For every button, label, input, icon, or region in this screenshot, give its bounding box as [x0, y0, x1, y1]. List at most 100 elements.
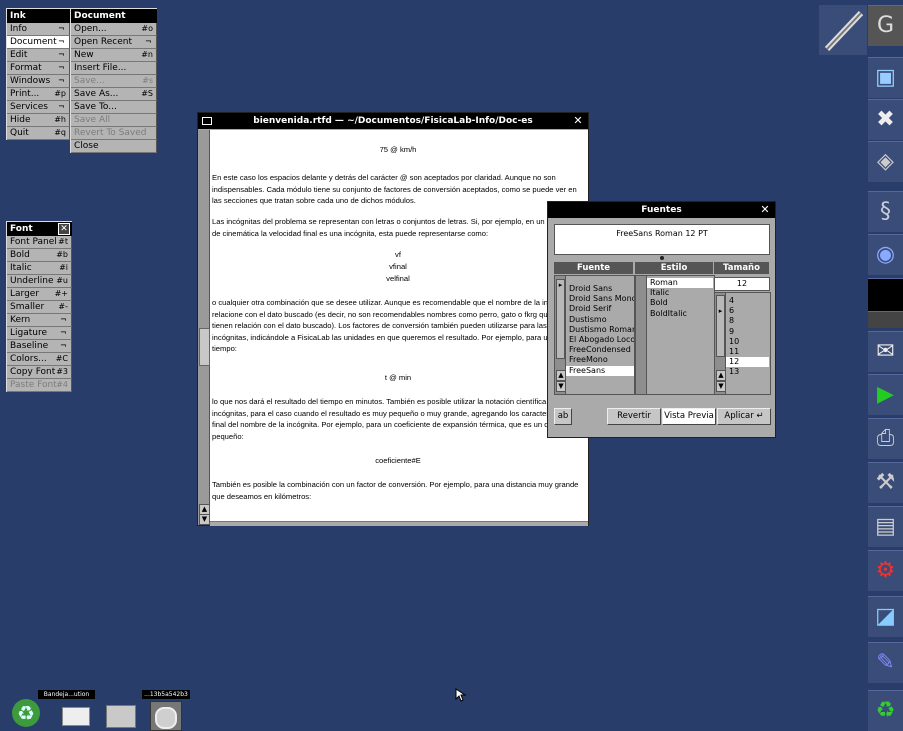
menu-item-larger[interactable]: Larger #+	[7, 288, 72, 301]
menu-item-italic[interactable]: Italic #i	[7, 262, 72, 275]
menu-item-save-as[interactable]: Save As... #S	[71, 88, 157, 101]
list-item[interactable]: FreeSans	[566, 365, 634, 376]
menu-item-quit[interactable]: Quit #q	[7, 127, 70, 140]
list-item[interactable]: 6	[726, 306, 769, 316]
menu-item-save-to[interactable]: Save To...	[71, 101, 157, 114]
font-panel-titlebar[interactable]: Fuentes ✕	[548, 202, 775, 218]
splitter-handle-icon[interactable]	[660, 256, 664, 260]
menu-item-font-panel[interactable]: Font Panel #t	[7, 236, 72, 249]
close-icon[interactable]: ✕	[572, 115, 584, 127]
scroll-knob[interactable]	[199, 328, 210, 366]
printer-icon[interactable]: ⎙	[868, 418, 903, 459]
scroll-down-icon[interactable]: ▼	[556, 381, 566, 392]
menu-item-bold[interactable]: Bold #b	[7, 249, 72, 262]
list-item[interactable]: Droid Sans	[566, 284, 634, 294]
list-item[interactable]: FreeCondensed	[566, 345, 634, 355]
list-item[interactable]: Italic	[647, 288, 713, 298]
clip-icon[interactable]: ▭	[868, 311, 903, 328]
document-window-titlebar[interactable]: bienvenida.rtfd — ~/Documentos/FisicaLab…	[198, 113, 588, 129]
list-item[interactable]: Bold	[647, 298, 713, 308]
size-scrollbar[interactable]: ▸ ▲ ▼	[715, 293, 726, 394]
list-item[interactable]: 10	[726, 337, 769, 347]
list-item[interactable]: Roman	[647, 278, 713, 289]
list-item[interactable]: BoldItalic	[647, 309, 713, 319]
preview-button[interactable]: Vista Previa	[662, 408, 716, 425]
document-scrollbar[interactable]: ▲ ▼	[198, 130, 210, 525]
size-input[interactable]: 12	[714, 277, 770, 291]
menu-item-services[interactable]: Services ⌐	[7, 101, 70, 114]
apply-button[interactable]: Aplicar ↵	[717, 408, 771, 425]
family-list[interactable]: ▸ ▲ ▼ Droid Sans Droid Sans Mono Droid Ser…	[554, 275, 635, 395]
list-item[interactable]: 11	[726, 347, 769, 357]
menu-item-open[interactable]: Open... #o	[71, 23, 157, 36]
list-item[interactable]: 13	[726, 367, 769, 377]
pen-tile-icon[interactable]	[819, 5, 867, 55]
list-item[interactable]: Dustismo Roman	[566, 325, 634, 335]
scroll-down-icon[interactable]: ▼	[716, 381, 726, 392]
gnustep-icon[interactable]: G	[868, 5, 903, 46]
menu-item-paste-font[interactable]: Paste Font #4	[7, 379, 72, 392]
list-item[interactable]: 9	[726, 327, 769, 337]
scroll-up-icon[interactable]: ▲	[556, 370, 566, 381]
menu-item-windows[interactable]: Windows ⌐	[7, 75, 70, 88]
list-item[interactable]: 12	[726, 357, 769, 368]
toolbox-icon[interactable]: ⚙	[868, 550, 903, 591]
close-icon[interactable]: ✕	[759, 204, 771, 216]
menu-item-underline[interactable]: Underline #u	[7, 275, 72, 288]
menu-item-insert-file[interactable]: Insert File...	[71, 62, 157, 75]
shelf-disk[interactable]: ...13b5a542b3	[142, 690, 190, 731]
list-item[interactable]: 8	[726, 316, 769, 326]
menu-item-new[interactable]: New #n	[71, 49, 157, 62]
menu-item-edit[interactable]: Edit ⌐	[7, 49, 70, 62]
list-item[interactable]: Droid Sans Mono	[566, 294, 634, 304]
menu-item-open-recent[interactable]: Open Recent ⌐	[71, 36, 157, 49]
menu-item-save[interactable]: Save... #s	[71, 75, 157, 88]
menu-item-copy-font[interactable]: Copy Font #3	[7, 366, 72, 379]
revert-button[interactable]: Revertir	[607, 408, 661, 425]
monitor-icon[interactable]: ▣	[868, 57, 903, 98]
cube-icon[interactable]: ◈	[868, 141, 903, 182]
family-scroll-knob[interactable]: ▸	[556, 279, 565, 359]
mail-icon[interactable]: ✉	[868, 331, 903, 372]
menu-item-document[interactable]: Document ⌐	[7, 36, 70, 49]
size-scroll-knob[interactable]: ▸	[716, 295, 725, 357]
style-list[interactable]: Roman Italic Bold BoldItalic	[635, 275, 715, 395]
menu-item-revert-to-saved[interactable]: Revert To Saved	[71, 127, 157, 140]
close-icon[interactable]: ✕	[58, 223, 70, 235]
menu-item-save-all[interactable]: Save All	[71, 114, 157, 127]
globe-icon[interactable]: ◉	[868, 234, 903, 275]
list-item[interactable]: El Abogado Loco	[566, 335, 634, 345]
shelf-folder[interactable]	[100, 690, 140, 731]
menu-item-baseline[interactable]: Baseline ⌐	[7, 340, 72, 353]
list-item[interactable]: FreeMono	[566, 355, 634, 365]
pinyin-options-button[interactable]: ab	[554, 408, 572, 425]
document-text-area[interactable]: 75 @ km/h En este caso los espacios delan…	[210, 130, 588, 521]
menu-item-hide[interactable]: Hide #h	[7, 114, 70, 127]
menu-item-colors[interactable]: Colors... #C	[7, 353, 72, 366]
recycler-icon[interactable]: ♻	[868, 690, 903, 731]
wrench-icon[interactable]: ⚒	[868, 462, 903, 503]
list-item[interactable]: 4	[726, 296, 769, 306]
list-item[interactable]: Droid Serif	[566, 304, 634, 314]
menu-item-print[interactable]: Print... #p	[7, 88, 70, 101]
play-icon[interactable]: ▶	[868, 374, 903, 415]
terminal-icon[interactable]: ▤	[868, 506, 903, 547]
scroll-up-icon[interactable]: ▲	[716, 370, 726, 381]
paint-icon[interactable]: ✎	[868, 642, 903, 683]
spiral-icon[interactable]: §	[868, 191, 903, 232]
menu-item-ligature[interactable]: Ligature ⌐	[7, 327, 72, 340]
mirror-icon[interactable]: ◪	[868, 596, 903, 637]
scroll-down-icon[interactable]: ▼	[199, 514, 210, 525]
menu-item-kern[interactable]: Kern ⌐	[7, 314, 72, 327]
menu-item-close[interactable]: Close	[71, 140, 157, 153]
family-scrollbar[interactable]: ▸ ▲ ▼	[555, 276, 566, 394]
tools-icon[interactable]: ✖	[868, 99, 903, 140]
list-item[interactable]: Dustismo	[566, 315, 634, 325]
size-list[interactable]: ▸ ▲ ▼ 4 6 8 9 10 11 12 13	[714, 292, 771, 395]
shelf-mail[interactable]: Bandeja...ution	[38, 690, 96, 731]
blank-tile-icon[interactable]	[868, 278, 903, 311]
menu-item-smaller[interactable]: Smaller #-	[7, 301, 72, 314]
menu-item-format[interactable]: Format ⌐	[7, 62, 70, 75]
menu-item-info[interactable]: Info ⌐	[7, 23, 70, 36]
miniaturize-icon[interactable]	[201, 115, 213, 127]
